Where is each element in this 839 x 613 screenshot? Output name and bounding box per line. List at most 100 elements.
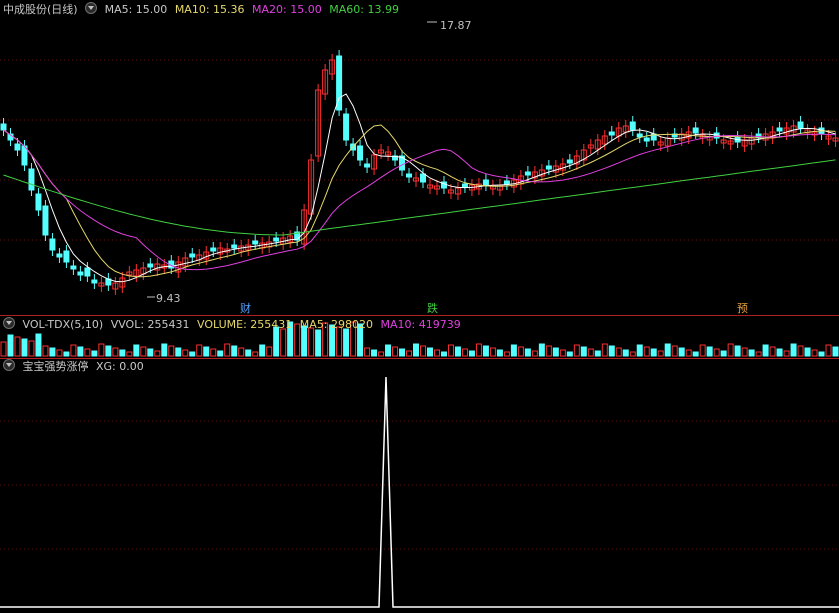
volume-bar [217, 350, 224, 357]
volume-pane[interactable]: VOL-TDX(5,10) VVOL: 255431 VOLUME: 25543… [0, 316, 839, 358]
stock-label[interactable]: 中成股份(日线) [3, 3, 78, 16]
candle-body [797, 121, 804, 129]
volume-bar [622, 349, 629, 357]
candle-body [77, 271, 84, 276]
volume-bar [797, 345, 804, 357]
event-marker-yu[interactable]: 预 [737, 300, 748, 316]
volume-value: VOLUME: 255431 [197, 318, 293, 331]
volume-bar [245, 349, 252, 357]
volume-bar [63, 351, 70, 357]
volume-bar [720, 350, 727, 357]
candle-body [461, 183, 468, 188]
volume-bar [224, 343, 231, 357]
volume-bar [364, 347, 371, 357]
volume-bar [385, 344, 392, 357]
indicator-menu-icon[interactable] [85, 2, 98, 14]
volume-bar [762, 344, 769, 357]
volume-bar [727, 343, 734, 357]
volume-bar [392, 346, 399, 357]
volume-bar [161, 343, 168, 357]
volume-bar [608, 345, 615, 357]
volume-bar [447, 344, 454, 357]
volume-bar [706, 346, 713, 357]
event-marker-die[interactable]: 跌 [427, 300, 438, 316]
candle-body [147, 263, 154, 268]
low-price-label: 9.43 [156, 292, 181, 305]
candle-body [56, 253, 63, 258]
indicator-menu-icon[interactable] [3, 317, 15, 329]
signal-header: 宝宝强势涨停 XG: 0.00 [3, 359, 148, 373]
price-pane[interactable]: 中成股份(日线) MA5: 15.00 MA10: 15.36 MA20: 15… [0, 0, 839, 315]
candle-body [63, 250, 70, 263]
volume-bar [406, 350, 413, 357]
volume-bar [552, 347, 559, 357]
volume-bar [413, 343, 420, 357]
volume-bar [189, 351, 196, 357]
volume-bar [832, 346, 839, 357]
candle-body [231, 244, 238, 249]
volume-bar [147, 348, 154, 357]
volume-bar [573, 344, 580, 357]
volume-bar [489, 347, 496, 357]
volume-bar [664, 343, 671, 357]
volume-bar [601, 343, 608, 357]
volume-bar [231, 345, 238, 357]
volume-bar [531, 350, 538, 357]
volume-bar [175, 347, 182, 357]
ma20-value: MA20: 15.00 [252, 3, 322, 16]
volume-bar [678, 347, 685, 357]
volume-bar [783, 350, 790, 357]
xg-signal-line [0, 376, 839, 608]
candle-body [343, 113, 350, 141]
candle-body [545, 165, 552, 170]
candle-body [692, 127, 699, 134]
signal-pane[interactable]: 宝宝强势涨停 XG: 0.00 [0, 359, 839, 613]
ma20-line [3, 129, 836, 271]
volume-bar [308, 327, 315, 357]
volume-bar [154, 350, 161, 357]
volume-bar [496, 349, 503, 357]
volume-bar [643, 346, 650, 357]
candle-body [364, 163, 371, 168]
volume-bar [56, 349, 63, 357]
volume-bar [336, 326, 343, 357]
volume-bar [168, 345, 175, 357]
volume-bar [818, 351, 825, 357]
candle-body [14, 143, 21, 151]
volume-bar [650, 348, 657, 357]
volume-indicator-name[interactable]: VOL-TDX(5,10) [23, 318, 104, 331]
volume-bar [210, 348, 217, 357]
candle-body [210, 247, 217, 252]
volume-bar [133, 344, 140, 357]
candle-body [420, 173, 426, 183]
volume-bar [98, 343, 105, 357]
volume-bar [685, 349, 692, 357]
volume-bar [454, 346, 461, 357]
candle-body [629, 121, 636, 131]
event-marker-cai[interactable]: 财 [240, 300, 251, 316]
indicator-menu-icon[interactable] [3, 359, 15, 371]
volume-bar [126, 351, 133, 357]
signal-chart[interactable] [0, 359, 839, 613]
volume-bar [615, 347, 622, 357]
volume-bar [629, 351, 636, 357]
ma60-value: MA60: 13.99 [329, 3, 399, 16]
volume-bar [825, 344, 832, 357]
price-chart[interactable] [0, 0, 839, 315]
volume-bar [503, 351, 510, 357]
volume-bar [510, 344, 517, 357]
candle-body [35, 193, 42, 211]
volume-bar [315, 329, 322, 357]
volume-bar [0, 341, 7, 357]
volume-bar [77, 346, 84, 357]
candle-body [0, 123, 7, 131]
volume-bar [105, 345, 112, 357]
volume-bar [538, 343, 545, 357]
volume-bar [636, 344, 643, 357]
ma5-value: MA5: 15.00 [104, 3, 168, 16]
volume-bar [461, 348, 468, 357]
volume-bar [343, 328, 350, 357]
signal-indicator-name[interactable]: 宝宝强势涨停 [23, 360, 89, 373]
candle-body [524, 171, 531, 176]
volume-bar [91, 350, 98, 357]
